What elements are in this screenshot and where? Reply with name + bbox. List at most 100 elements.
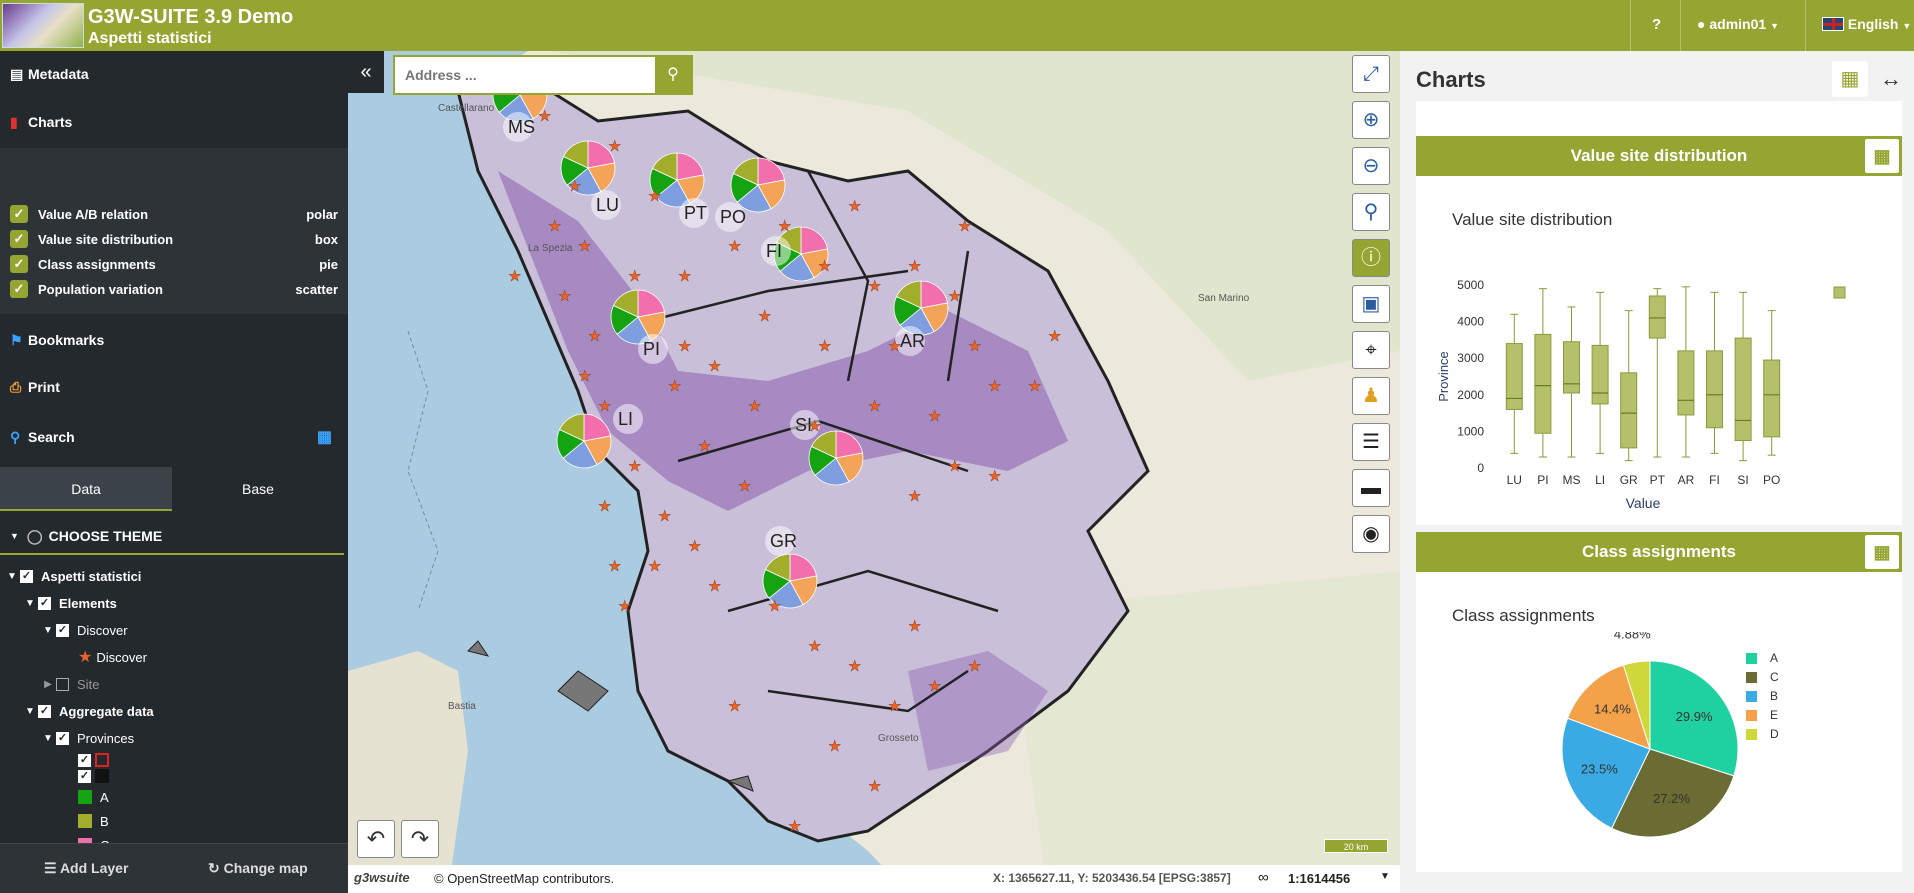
box-body (1677, 350, 1695, 416)
tree-node-root[interactable]: ▼ ✓ Aspetti statistici (4, 564, 141, 588)
discover-star-marker: ★ (868, 778, 881, 795)
caret-down-icon[interactable]: ▼ (40, 733, 56, 744)
caret-right-icon[interactable]: ▶ (40, 679, 56, 690)
map-icon: ▦ (1840, 68, 1860, 90)
change-map-button[interactable]: ↻ Change map (208, 860, 308, 877)
discover-star-marker: ★ (678, 338, 691, 355)
pie-slice-label: 27.2% (1653, 791, 1690, 806)
discover-star-marker: ★ (988, 468, 1001, 485)
checkbox[interactable]: ✓ (78, 769, 91, 783)
question-circle-icon[interactable]: ? (1652, 16, 1661, 33)
choose-theme-toggle[interactable]: ▼ ◯ CHOOSE THEME (0, 519, 344, 555)
zoom-to-extent-button[interactable]: ⤢ (1352, 55, 1390, 93)
caret-down-icon[interactable]: ▼ (22, 598, 38, 609)
search-icon: ⚲ (667, 66, 679, 83)
tree-label: Aggregate data (59, 703, 154, 719)
tab-data[interactable]: Data (0, 467, 172, 511)
show-map-button[interactable]: ▦ (1832, 61, 1868, 97)
checkbox[interactable]: ✓ (56, 623, 69, 637)
zoom-out-button[interactable]: ⊖ (1352, 147, 1390, 185)
query-button[interactable]: ⓘ (1352, 239, 1390, 277)
map-toolbar: ⤢ ⊕ ⊖ ⚲ ⓘ ▣ ⌖ ♟ ☰ ▬ ◉ (1352, 55, 1392, 561)
discover-star-marker: ★ (688, 538, 701, 555)
discover-star-marker: ★ (988, 378, 1001, 395)
discover-star-marker: ★ (588, 328, 601, 345)
scale-dropdown-caret-icon[interactable]: ▼ (1380, 871, 1390, 882)
tree-node-site[interactable]: ▶ Site (40, 672, 99, 696)
y-tick-label: 5000 (1457, 278, 1484, 292)
sidebar-item-bookmarks[interactable]: ⚑ Bookmarks (0, 317, 348, 363)
user-menu[interactable]: ● admin01 ▼ (1697, 16, 1779, 32)
sidebar-item-charts[interactable]: ▮ Charts (0, 99, 348, 145)
tree-node-elements[interactable]: ▼ ✓ Elements (22, 591, 117, 615)
caret-down-icon: ▼ (1770, 21, 1779, 31)
query-bbox-button[interactable]: ▣ (1352, 285, 1390, 323)
chart-item-type: box (314, 232, 338, 247)
add-layer-button[interactable]: ☰ Add Layer (44, 860, 128, 877)
x-tick-label: GR (1620, 473, 1638, 487)
discover-star-marker: ★ (618, 598, 631, 615)
search-button[interactable]: ⚲ (655, 57, 691, 93)
tab-base[interactable]: Base (172, 467, 344, 511)
discover-star-marker: ★ (708, 358, 721, 375)
calculator-icon[interactable]: ▦ (317, 427, 332, 447)
checkbox[interactable]: ✓ (56, 731, 69, 745)
map-icon[interactable]: ▦ (1865, 139, 1899, 173)
chart-item-class-assignments[interactable]: ✓ Class assignments pie (0, 252, 348, 277)
map-icon[interactable]: ▦ (1865, 535, 1899, 569)
discover-star-marker: ★ (678, 268, 691, 285)
x-tick-label: LI (1595, 473, 1605, 487)
redo-extent-button[interactable]: ↷ (401, 820, 439, 858)
checkbox[interactable]: ✓ (10, 255, 28, 273)
province-label: PT (684, 203, 707, 223)
tree-node-aggregate-data[interactable]: ▼ ✓ Aggregate data (22, 699, 154, 723)
tree-node-discover-group[interactable]: ▼ ✓ Discover (40, 618, 128, 642)
address-search-input[interactable] (395, 57, 655, 93)
tree-node-discover-layer[interactable]: ★ Discover (78, 645, 147, 669)
discover-star-marker: ★ (578, 368, 591, 385)
checkbox[interactable]: ✓ (10, 205, 28, 223)
map-canvas[interactable]: Castellarano La Spezia San Marino Grosse… (348, 51, 1400, 893)
checkbox[interactable]: ✓ (38, 596, 51, 610)
sidebar-item-search[interactable]: ⚲ Search ▦ (0, 414, 348, 460)
box-body (1505, 343, 1523, 410)
chart-item-type: scatter (295, 282, 338, 297)
ruler-icon: ▬ (1361, 477, 1381, 499)
checkbox[interactable]: ✓ (10, 280, 28, 298)
language-menu[interactable]: English ▼ (1822, 16, 1911, 32)
collapse-sidebar-button[interactable]: « (348, 51, 384, 93)
discover-star-marker: ★ (908, 258, 921, 275)
checkbox[interactable]: ✓ (20, 569, 33, 583)
map-footer: g3wsuite © OpenStreetMap contributors. X… (348, 865, 1400, 893)
coordinates-readout: X: 1365627.11, Y: 5203436.54 [EPSG:3857] (993, 871, 1231, 885)
discover-star-marker: ★ (948, 288, 961, 305)
discover-star-marker: ★ (648, 188, 661, 205)
chart-item-value-ab-relation[interactable]: ✓ Value A/B relation polar (0, 202, 348, 227)
checkbox[interactable]: ✓ (38, 704, 51, 718)
sidebar-item-metadata[interactable]: ▤ Metadata (0, 51, 348, 97)
caret-down-icon[interactable]: ▼ (22, 706, 38, 717)
sidebar-item-print[interactable]: ⎙ Print (0, 364, 348, 410)
zoom-box-button[interactable]: ⚲ (1352, 193, 1390, 231)
add-layer-map-button[interactable]: ☰ (1352, 423, 1390, 461)
caret-down-icon[interactable]: ▼ (4, 571, 20, 582)
checkbox[interactable]: ✓ (10, 230, 28, 248)
streetview-button[interactable]: ♟ (1352, 377, 1390, 415)
screenshot-button[interactable]: ◉ (1352, 515, 1390, 553)
resize-panel-button[interactable]: ↔ (1876, 62, 1906, 96)
box-chart-header: Value site distribution ▦ (1416, 136, 1902, 176)
chart-item-population-variation[interactable]: ✓ Population variation scatter (0, 277, 348, 302)
chart-item-value-site-distribution[interactable]: ✓ Value site distribution box (0, 227, 348, 252)
zoom-in-button[interactable]: ⊕ (1352, 101, 1390, 139)
link-icon[interactable]: ∞ (1258, 869, 1269, 886)
caret-down-icon[interactable]: ▼ (40, 625, 56, 636)
discover-star-marker: ★ (598, 398, 611, 415)
tree-node-provinces[interactable]: ▼ ✓ Provinces (40, 726, 134, 750)
pegman-icon: ♟ (1362, 385, 1380, 407)
geolocation-button[interactable]: ⌖ (1352, 331, 1390, 369)
checkbox[interactable] (56, 677, 69, 691)
measure-button[interactable]: ▬ (1352, 469, 1390, 507)
discover-star-marker: ★ (828, 738, 841, 755)
discover-star-marker: ★ (698, 438, 711, 455)
undo-extent-button[interactable]: ↶ (357, 820, 395, 858)
